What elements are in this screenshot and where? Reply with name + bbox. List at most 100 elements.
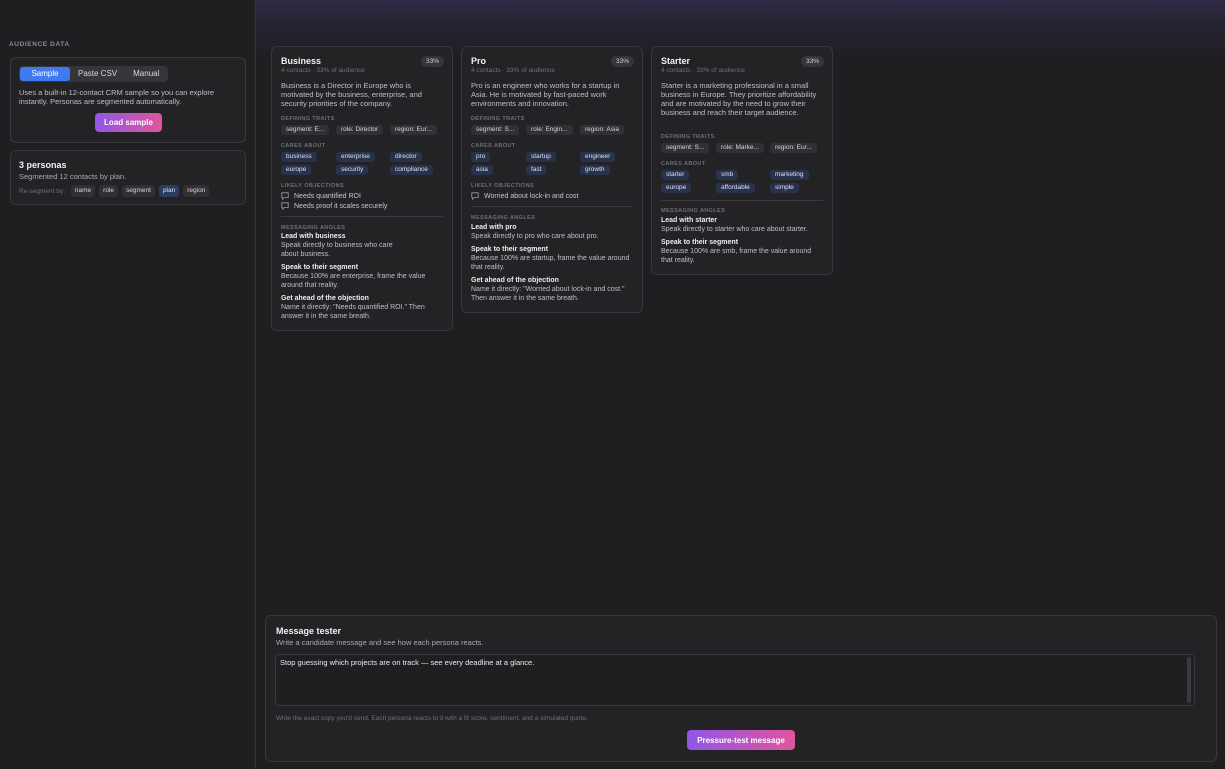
sample-description: Uses a built-in 12-contact CRM sample so… [19, 88, 215, 106]
trait-tag: role: Director [336, 125, 384, 135]
trait-tag: region: Eur... [770, 143, 817, 153]
speech-bubble-icon [281, 192, 289, 200]
cares-label: CARES ABOUT [661, 161, 706, 167]
resegment-region-chip[interactable]: region [183, 185, 210, 197]
message-input[interactable]: Stop guessing which projects are on trac… [275, 654, 1195, 706]
angle-title: Speak to their segment [661, 239, 739, 246]
angles-label: MESSAGING ANGLES [471, 215, 536, 221]
speech-bubble-icon [281, 202, 289, 210]
divider [471, 206, 633, 207]
persona-description: Business is a Director in Europe who is … [281, 81, 422, 108]
resegment-label: Re-segment by: [19, 187, 65, 195]
resegment-row: Re-segment by: name role segment plan re… [19, 185, 210, 197]
care-tag: europe [281, 165, 312, 175]
personas-count-title: 3 personas [19, 160, 67, 170]
source-tabs: Sample Paste CSV Manual [19, 66, 169, 82]
speech-bubble-icon [471, 192, 479, 200]
load-sample-button[interactable]: Load sample [95, 113, 162, 132]
care-tag: smb [716, 170, 739, 180]
persona-subtitle: 4 contacts · 33% of audience [281, 67, 365, 74]
care-tag: asia [471, 165, 493, 175]
tab-paste-csv[interactable]: Paste CSV [70, 67, 125, 81]
angle-text: Because 100% are smb, frame the value ar… [661, 248, 812, 264]
angle-title: Speak to their segment [281, 264, 359, 271]
care-tag: business [281, 152, 317, 162]
care-tag: pro [471, 152, 491, 162]
care-tag: compliance [390, 165, 433, 175]
persona-description: Starter is a marketing professional in a… [661, 81, 817, 117]
angles-label: MESSAGING ANGLES [661, 208, 726, 214]
persona-name: Starter [661, 56, 691, 66]
trait-tag: segment: E... [281, 125, 330, 135]
personas-subtitle: Segmented 12 contacts by plan. [19, 172, 127, 181]
pressure-test-button[interactable]: Pressure-test message [687, 730, 795, 750]
persona-name: Business [281, 56, 322, 66]
objection-text: Needs proof it scales securely [294, 202, 388, 210]
trait-tag: segment: S... [661, 143, 710, 153]
trait-tag: role: Engin... [526, 125, 573, 135]
trait-tag: region: Asia [580, 125, 624, 135]
persona-share-badge: 33% [420, 56, 444, 67]
objection-item: Needs quantified ROI [281, 192, 361, 200]
angle-title: Get ahead of the objection [281, 295, 369, 302]
objections-label: LIKELY OBJECTIONS [471, 183, 535, 189]
care-tag: marketing [770, 170, 809, 180]
persona-card-pro: Pro 33% 4 contacts · 33% of audience Pro… [461, 46, 643, 313]
resegment-name-chip[interactable]: name [70, 185, 96, 197]
persona-subtitle: 4 contacts · 33% of audience [661, 67, 745, 74]
persona-description: Pro is an engineer who works for a start… [471, 81, 620, 108]
objections-label: LIKELY OBJECTIONS [281, 183, 345, 189]
persona-subtitle: 4 contacts · 33% of audience [471, 67, 555, 74]
sidebar: AUDIENCE DATA Sample Paste CSV Manual Us… [0, 0, 256, 769]
care-tag: security [336, 165, 369, 175]
message-tester-title: Message tester [276, 626, 342, 636]
traits-label: DEFINING TRAITS [281, 116, 335, 122]
objection-item: Worried about lock-in and cost [471, 192, 578, 200]
resegment-segment-chip[interactable]: segment [122, 185, 155, 197]
resegment-plan-chip[interactable]: plan [158, 185, 180, 197]
angle-title: Get ahead of the objection [471, 277, 559, 284]
objection-item: Needs proof it scales securely [281, 202, 387, 210]
care-tag: europe [661, 183, 692, 193]
tab-sample[interactable]: Sample [20, 67, 70, 81]
message-text: Stop guessing which projects are on trac… [280, 658, 535, 667]
trait-tag: role: Marke... [716, 143, 764, 153]
care-tag: enterprise [336, 152, 375, 162]
persona-card-starter: Starter 33% 4 contacts · 33% of audience… [651, 46, 833, 275]
care-tag: starter [661, 170, 690, 180]
angle-text: Speak directly to pro who care about pro… [471, 233, 599, 240]
angle-title: Speak to their segment [471, 246, 549, 253]
persona-card-business: Business 33% 4 contacts · 33% of audienc… [271, 46, 453, 331]
angle-title: Lead with pro [471, 224, 517, 231]
message-scrollbar[interactable] [1187, 657, 1191, 703]
resegment-role-chip[interactable]: role [99, 185, 118, 197]
angle-text: Speak directly to business who care abou… [281, 242, 393, 258]
divider [281, 216, 443, 217]
care-tag: engineer [580, 152, 616, 162]
traits-label: DEFINING TRAITS [471, 116, 525, 122]
care-tag: simple [770, 183, 799, 193]
objection-text: Worried about lock-in and cost [484, 192, 579, 200]
care-tag: startup [526, 152, 556, 162]
message-tester-panel: Message tester Write a candidate message… [265, 615, 1217, 762]
message-hint: Write the exact copy you'd send. Each pe… [276, 715, 588, 722]
cares-label: CARES ABOUT [471, 143, 516, 149]
tab-manual[interactable]: Manual [125, 67, 167, 81]
persona-name: Pro [471, 56, 487, 66]
message-tester-subtitle: Write a candidate message and see how ea… [276, 638, 484, 647]
care-tag: director [390, 152, 422, 162]
audience-data-panel: Sample Paste CSV Manual Uses a built-in … [10, 57, 246, 143]
objection-text: Needs quantified ROI [294, 192, 361, 200]
angle-title: Lead with business [281, 233, 346, 240]
divider [661, 200, 823, 201]
section-label-audience-data: AUDIENCE DATA [9, 41, 70, 48]
angle-text: Because 100% are enterprise, frame the v… [281, 273, 426, 289]
cares-label: CARES ABOUT [281, 143, 326, 149]
angle-text: Speak directly to starter who care about… [661, 226, 808, 233]
care-tag: fast [526, 165, 547, 175]
angle-text: Name it directly: "Worried about lock-in… [471, 286, 625, 302]
traits-label: DEFINING TRAITS [661, 134, 715, 140]
care-tag: affordable [716, 183, 755, 193]
care-tag: growth [580, 165, 610, 175]
persona-share-badge: 33% [800, 56, 824, 67]
